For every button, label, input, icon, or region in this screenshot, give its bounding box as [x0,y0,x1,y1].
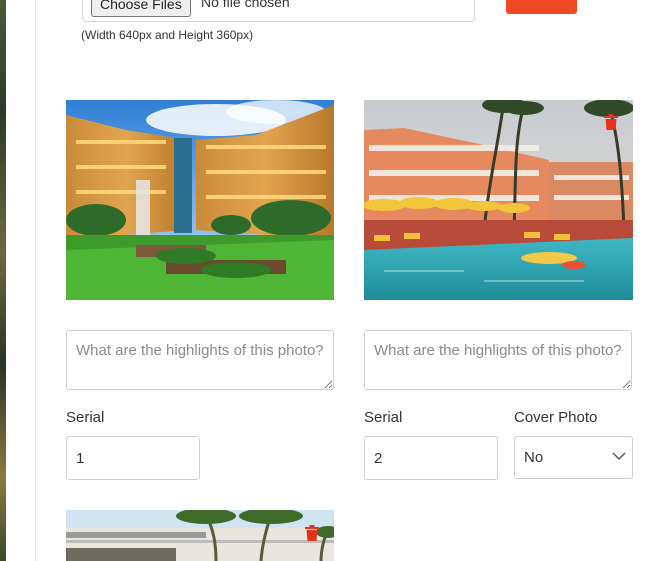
upload-button[interactable] [506,0,577,14]
image-size-hint: (Width 640px and Height 360px) [81,28,254,42]
chevron-down-icon [612,452,626,460]
photo-thumbnail-1 [66,100,334,300]
trash-icon[interactable] [304,525,320,541]
file-upload-field[interactable]: Choose Files No file chosen [82,0,475,22]
photo-thumbnail-3 [66,510,334,561]
photo-caption-input-2[interactable] [364,330,632,390]
content-divider [35,0,36,561]
cover-photo-label: Cover Photo [514,409,598,426]
background-photo-strip [0,0,6,561]
no-file-chosen-text: No file chosen [201,0,290,10]
serial-label-2: Serial [364,409,403,426]
cover-photo-select[interactable]: No [514,436,633,479]
serial-input-2[interactable] [364,436,498,480]
choose-files-button[interactable]: Choose Files [91,0,191,17]
cover-photo-value: No [524,449,544,466]
trash-icon[interactable] [603,114,619,130]
photo-caption-input-1[interactable] [66,330,334,390]
serial-input-1[interactable] [66,436,200,480]
serial-label-1: Serial [66,409,105,426]
photo-thumbnail-2 [364,100,633,300]
